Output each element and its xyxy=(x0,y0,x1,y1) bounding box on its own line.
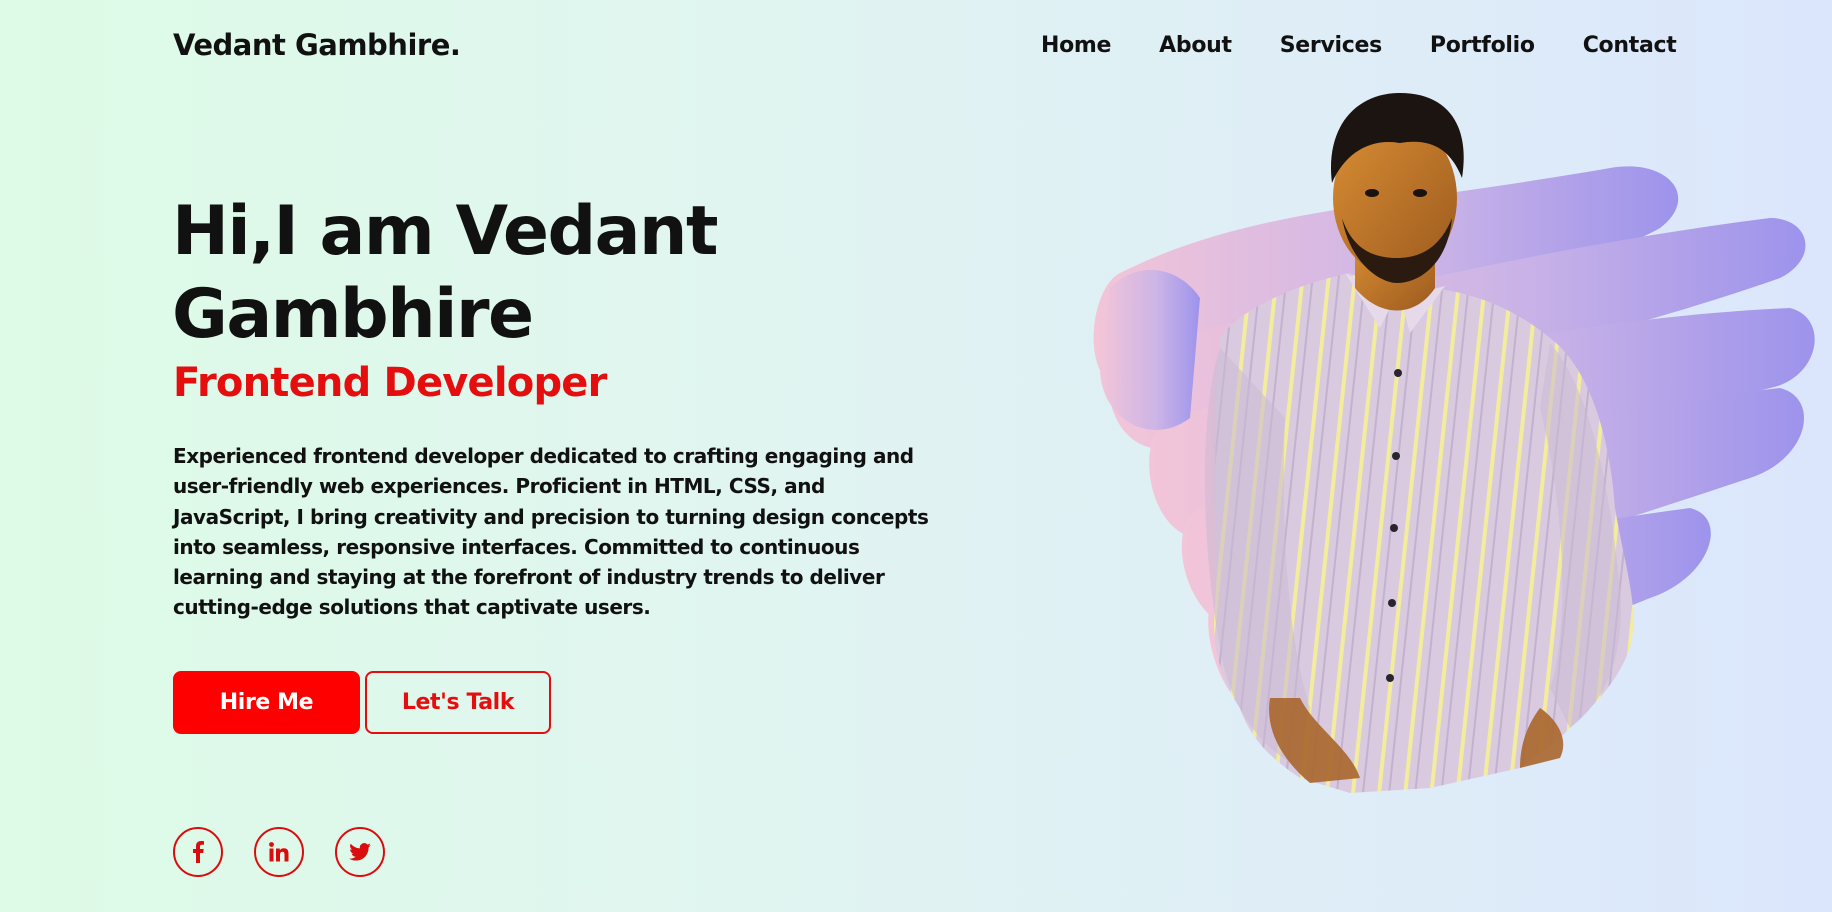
hero-description: Experienced frontend developer dedicated… xyxy=(173,444,929,620)
main-nav: Home About Services Portfolio Contact xyxy=(1041,33,1677,58)
lets-talk-button[interactable]: Let's Talk xyxy=(365,671,551,734)
portrait-image xyxy=(1093,93,1815,793)
social-links xyxy=(173,827,416,877)
nav-services[interactable]: Services xyxy=(1280,33,1382,58)
nav-about[interactable]: About xyxy=(1159,33,1232,58)
linkedin-link[interactable] xyxy=(254,827,304,877)
site-logo[interactable]: Vedant Gambhire. xyxy=(173,28,461,62)
linkedin-icon xyxy=(269,842,289,862)
nav-portfolio[interactable]: Portfolio xyxy=(1430,33,1535,58)
hero-title: Hi,I am Vedant Gambhire xyxy=(172,192,718,354)
facebook-icon xyxy=(193,841,204,863)
nav-home[interactable]: Home xyxy=(1041,33,1111,58)
facebook-link[interactable] xyxy=(173,827,223,877)
twitter-link[interactable] xyxy=(335,827,385,877)
hire-me-button[interactable]: Hire Me xyxy=(173,671,360,734)
nav-contact[interactable]: Contact xyxy=(1583,33,1677,58)
twitter-icon xyxy=(349,843,371,861)
hero-role: Frontend Developer xyxy=(173,360,607,406)
site-header: Vedant Gambhire. Home About Services Por… xyxy=(0,0,1832,96)
